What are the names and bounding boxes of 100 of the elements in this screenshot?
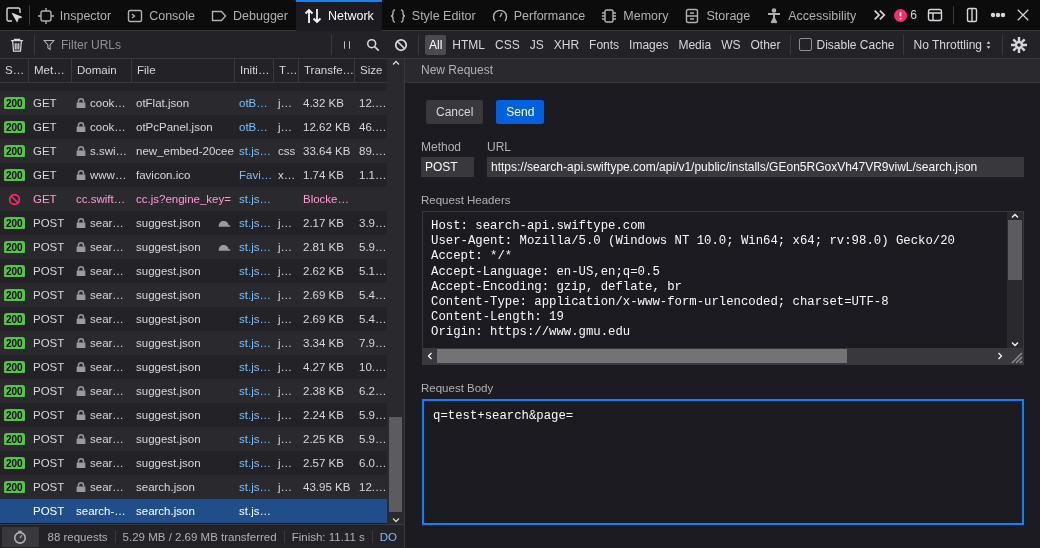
initiator-link[interactable]: st.js… — [235, 145, 274, 157]
initiator-link[interactable]: st.js… — [235, 385, 274, 397]
initiator-link[interactable]: st.js… — [235, 505, 274, 517]
domain-cell: sear… — [90, 385, 124, 397]
file-cell: search.json — [136, 481, 195, 493]
url-label: URL — [487, 140, 512, 154]
file-cell: suggest.json — [136, 289, 201, 301]
lock-icon — [76, 313, 86, 325]
request-row[interactable]: 200 POST sear… suggest.json st.js… j… 2.81 KB 5.9… — [0, 235, 388, 259]
initiator-link[interactable]: st.js… — [235, 481, 274, 493]
file-cell: suggest.json — [136, 457, 201, 469]
type-filter-button[interactable]: Media — [674, 34, 716, 55]
type-filter-button[interactable]: Other — [746, 34, 785, 55]
initiator-link[interactable]: st.js… — [235, 409, 274, 421]
request-row[interactable]: GET cc.swift… cc.js?engine_key= st.js… Blocke… — [0, 187, 388, 211]
type-cell-text: j… — [276, 97, 294, 109]
scrollbar-thumb[interactable] — [389, 417, 402, 512]
column-header[interactable]: Initi… — [235, 59, 274, 82]
request-row[interactable]: 200 POST sear… suggest.json st.js… j… 2.25 KB 5.9… — [0, 427, 388, 451]
initiator-link[interactable]: st.js… — [235, 337, 274, 349]
request-row[interactable]: 200 POST sear… suggest.json st.js… j… 3.34 KB 7.9… — [0, 331, 388, 355]
method-cell-text: POST — [32, 409, 66, 421]
status-badge: 200 — [4, 289, 25, 301]
request-row[interactable]: 200 POST sear… suggest.json st.js… j… 2.57 KB 6.0… — [0, 451, 388, 475]
initiator-link[interactable]: st.js… — [235, 193, 274, 205]
initiator-link[interactable]: st.js… — [235, 241, 274, 253]
request-row[interactable]: 200 POST sear… suggest.json st.js… j… 2.69 KB 5.4… — [0, 283, 388, 307]
initiator-link[interactable]: Favi… — [235, 169, 274, 181]
initiator-link[interactable]: st.js… — [235, 361, 274, 373]
method-cell-text: GET — [32, 97, 58, 109]
type-filter-button[interactable]: Images — [625, 34, 673, 55]
error-count[interactable]: 6 — [894, 8, 917, 22]
status-badge: 200 — [4, 169, 25, 181]
type-filter-button[interactable]: JS — [525, 34, 548, 55]
devtools-tab[interactable]: Accessibility — [758, 0, 865, 31]
request-row[interactable]: 200 POST sear… suggest.json st.js… j… 2.38 KB 6.2… — [0, 379, 388, 403]
domain-cell: sear… — [90, 361, 124, 373]
devtools-tab[interactable]: Style Editor — [381, 0, 484, 31]
initiator-link[interactable]: otB… — [235, 121, 274, 133]
devtools-tab[interactable]: Debugger — [203, 0, 296, 31]
method-cell-text: POST — [32, 289, 66, 301]
panel-title: New Request — [405, 59, 1040, 83]
method-cell-text: POST — [32, 217, 66, 229]
devtools-tab[interactable]: Console — [119, 0, 204, 31]
transferred-cell-text: 33.64 KB — [302, 145, 352, 157]
disable-cache-checkbox[interactable] — [799, 38, 813, 51]
send-button[interactable]: Send — [496, 100, 545, 124]
throttling-dropdown[interactable]: No Throttling — [902, 34, 1003, 55]
column-header[interactable]: Met… — [29, 59, 72, 82]
size-cell-text: 3.9… — [358, 217, 388, 229]
request-row[interactable]: 200 POST sear… search.json st.js… j… 43.95 KB 12.… — [0, 475, 388, 499]
column-header[interactable]: Domain — [72, 59, 132, 82]
url-field[interactable]: https://search-api.swiftype.com/api/v1/public/installs/GEon5RGoxVh47VR9viwL/search.json — [487, 157, 1024, 177]
request-row[interactable]: 200 GET s.swi… new_embed-20cee st.js… css 33.64 KB 89.… — [0, 139, 388, 163]
type-filter-button[interactable]: WS — [717, 34, 745, 55]
initiator-link[interactable]: st.js… — [235, 217, 274, 229]
initiator-link[interactable]: st.js… — [235, 265, 274, 277]
column-header[interactable]: T… — [274, 59, 299, 82]
initiator-link[interactable]: otB… — [235, 97, 274, 109]
initiator-link[interactable]: st.js… — [235, 433, 274, 445]
type-cell-text: j… — [276, 433, 294, 445]
status-badge: 200 — [4, 217, 25, 229]
request-row[interactable]: 200 GET www… favicon.ico Favi… x… 1.74 KB 1.1… — [0, 163, 388, 187]
column-header[interactable]: S… — [0, 59, 29, 82]
method-field[interactable]: POST — [421, 157, 474, 177]
stopwatch-button[interactable] — [2, 526, 39, 547]
scrollbar-thumb[interactable] — [437, 349, 847, 363]
size-cell-text: 5.9… — [358, 241, 388, 253]
request-row[interactable]: 200 POST sear… suggest.json st.js… j… 2.17 KB 3.9… — [0, 211, 388, 235]
transferred-cell-text: 2.69 KB — [302, 289, 345, 301]
request-row[interactable]: 200 POST sear… suggest.json st.js… j… 2.62 KB 5.1… — [0, 259, 388, 283]
request-row[interactable]: 200 POST sear… suggest.json st.js… j… 2.69 KB 5.4… — [0, 307, 388, 331]
cancel-button[interactable]: Cancel — [426, 100, 484, 124]
devtools-tab[interactable]: Inspector — [29, 0, 120, 31]
devtools-tab[interactable]: Memory — [593, 0, 677, 31]
devtools-tab[interactable]: Performance — [483, 0, 594, 31]
type-filter-button[interactable]: XHR — [549, 34, 584, 55]
file-cell: suggest.json — [136, 361, 201, 373]
method-cell-text: POST — [32, 337, 66, 349]
filter-field[interactable]: Filter URLs — [59, 36, 313, 53]
request-row[interactable]: 200 GET cook… otPcPanel.json otB… j… 12.62 KB 46.… — [0, 115, 388, 139]
type-filter-button[interactable]: HTML — [448, 34, 489, 55]
column-header[interactable]: Transfe… — [299, 59, 355, 82]
request-row[interactable]: POST search-… search.json st.js… — [0, 499, 388, 523]
type-filter-button[interactable]: CSS — [491, 34, 524, 55]
column-header[interactable]: File — [132, 59, 235, 82]
type-cell-text: j… — [276, 121, 294, 133]
devtools-tab[interactable]: Network — [295, 0, 382, 31]
devtools-tab[interactable]: Storage — [676, 0, 759, 31]
initiator-link[interactable]: st.js… — [235, 457, 274, 469]
scrollbar-thumb[interactable] — [1008, 220, 1022, 280]
request-row[interactable]: 200 POST sear… suggest.json st.js… j… 2.24 KB 5.9… — [0, 403, 388, 427]
type-filter-button[interactable]: Fonts — [585, 34, 624, 55]
transferred-cell-text: 2.38 KB — [302, 385, 345, 397]
initiator-link[interactable]: st.js… — [235, 313, 274, 325]
body-field[interactable]: q=test+search&page= — [422, 399, 1024, 525]
type-filter-button[interactable]: All — [425, 34, 447, 55]
request-row[interactable]: 200 GET cook… otFlat.json otB… j… 4.32 KB 12.… — [0, 91, 388, 115]
initiator-link[interactable]: st.js… — [235, 289, 274, 301]
request-row[interactable]: 200 POST sear… suggest.json st.js… j… 4.27 KB 10.… — [0, 355, 388, 379]
